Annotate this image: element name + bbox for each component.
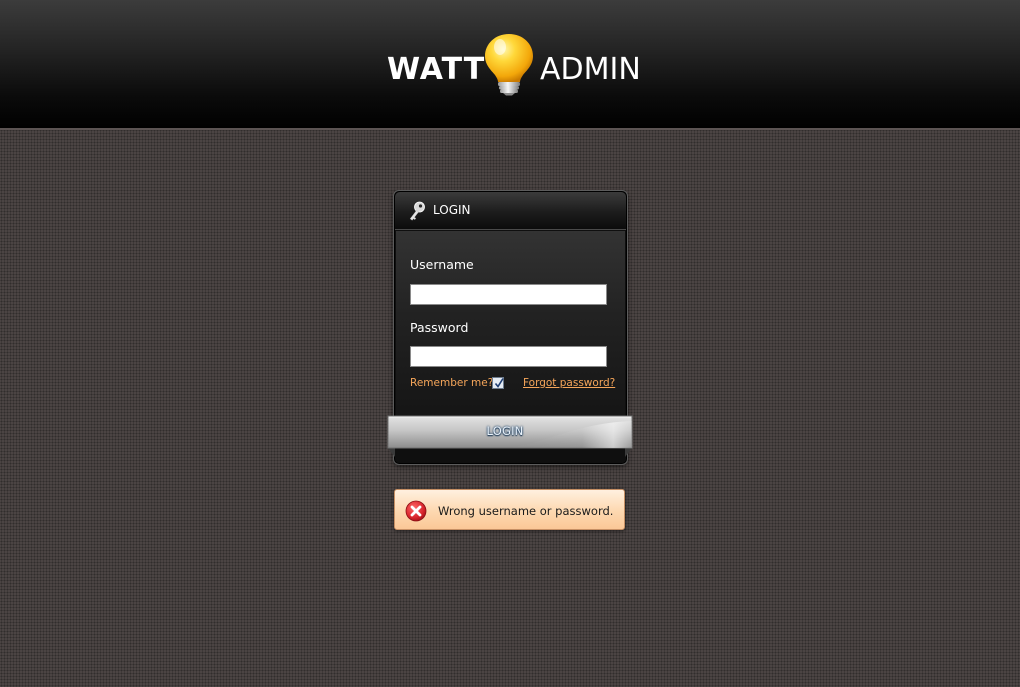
password-label: Password xyxy=(410,320,469,335)
username-input[interactable] xyxy=(410,284,607,305)
remember-me-checkbox[interactable] xyxy=(492,377,504,389)
forgot-password-link[interactable]: Forgot password? xyxy=(523,376,615,390)
username-label: Username xyxy=(410,257,474,272)
login-submit-button[interactable]: LOGIN xyxy=(387,415,633,449)
login-button-ribbon: LOGIN xyxy=(387,415,633,459)
lightbulb-icon xyxy=(483,32,535,96)
key-icon xyxy=(408,201,426,221)
login-submit-label: LOGIN xyxy=(486,424,524,438)
login-panel-title: LOGIN xyxy=(433,203,471,217)
error-x-icon xyxy=(405,500,427,522)
error-alert: Wrong username or password. xyxy=(394,489,625,530)
login-panel-header: LOGIN xyxy=(395,192,626,230)
site-header: WATT ADMIN xyxy=(0,0,1020,130)
brand-name-admin: ADMIN xyxy=(540,52,641,87)
remember-me-label: Remember me? xyxy=(410,377,494,389)
checkmark-icon xyxy=(494,378,504,388)
brand-name-watt: WATT xyxy=(387,52,486,87)
error-message: Wrong username or password. xyxy=(438,504,614,518)
password-input[interactable] xyxy=(410,346,607,367)
login-form: Username Password Remember me? Forgot pa… xyxy=(396,231,625,418)
